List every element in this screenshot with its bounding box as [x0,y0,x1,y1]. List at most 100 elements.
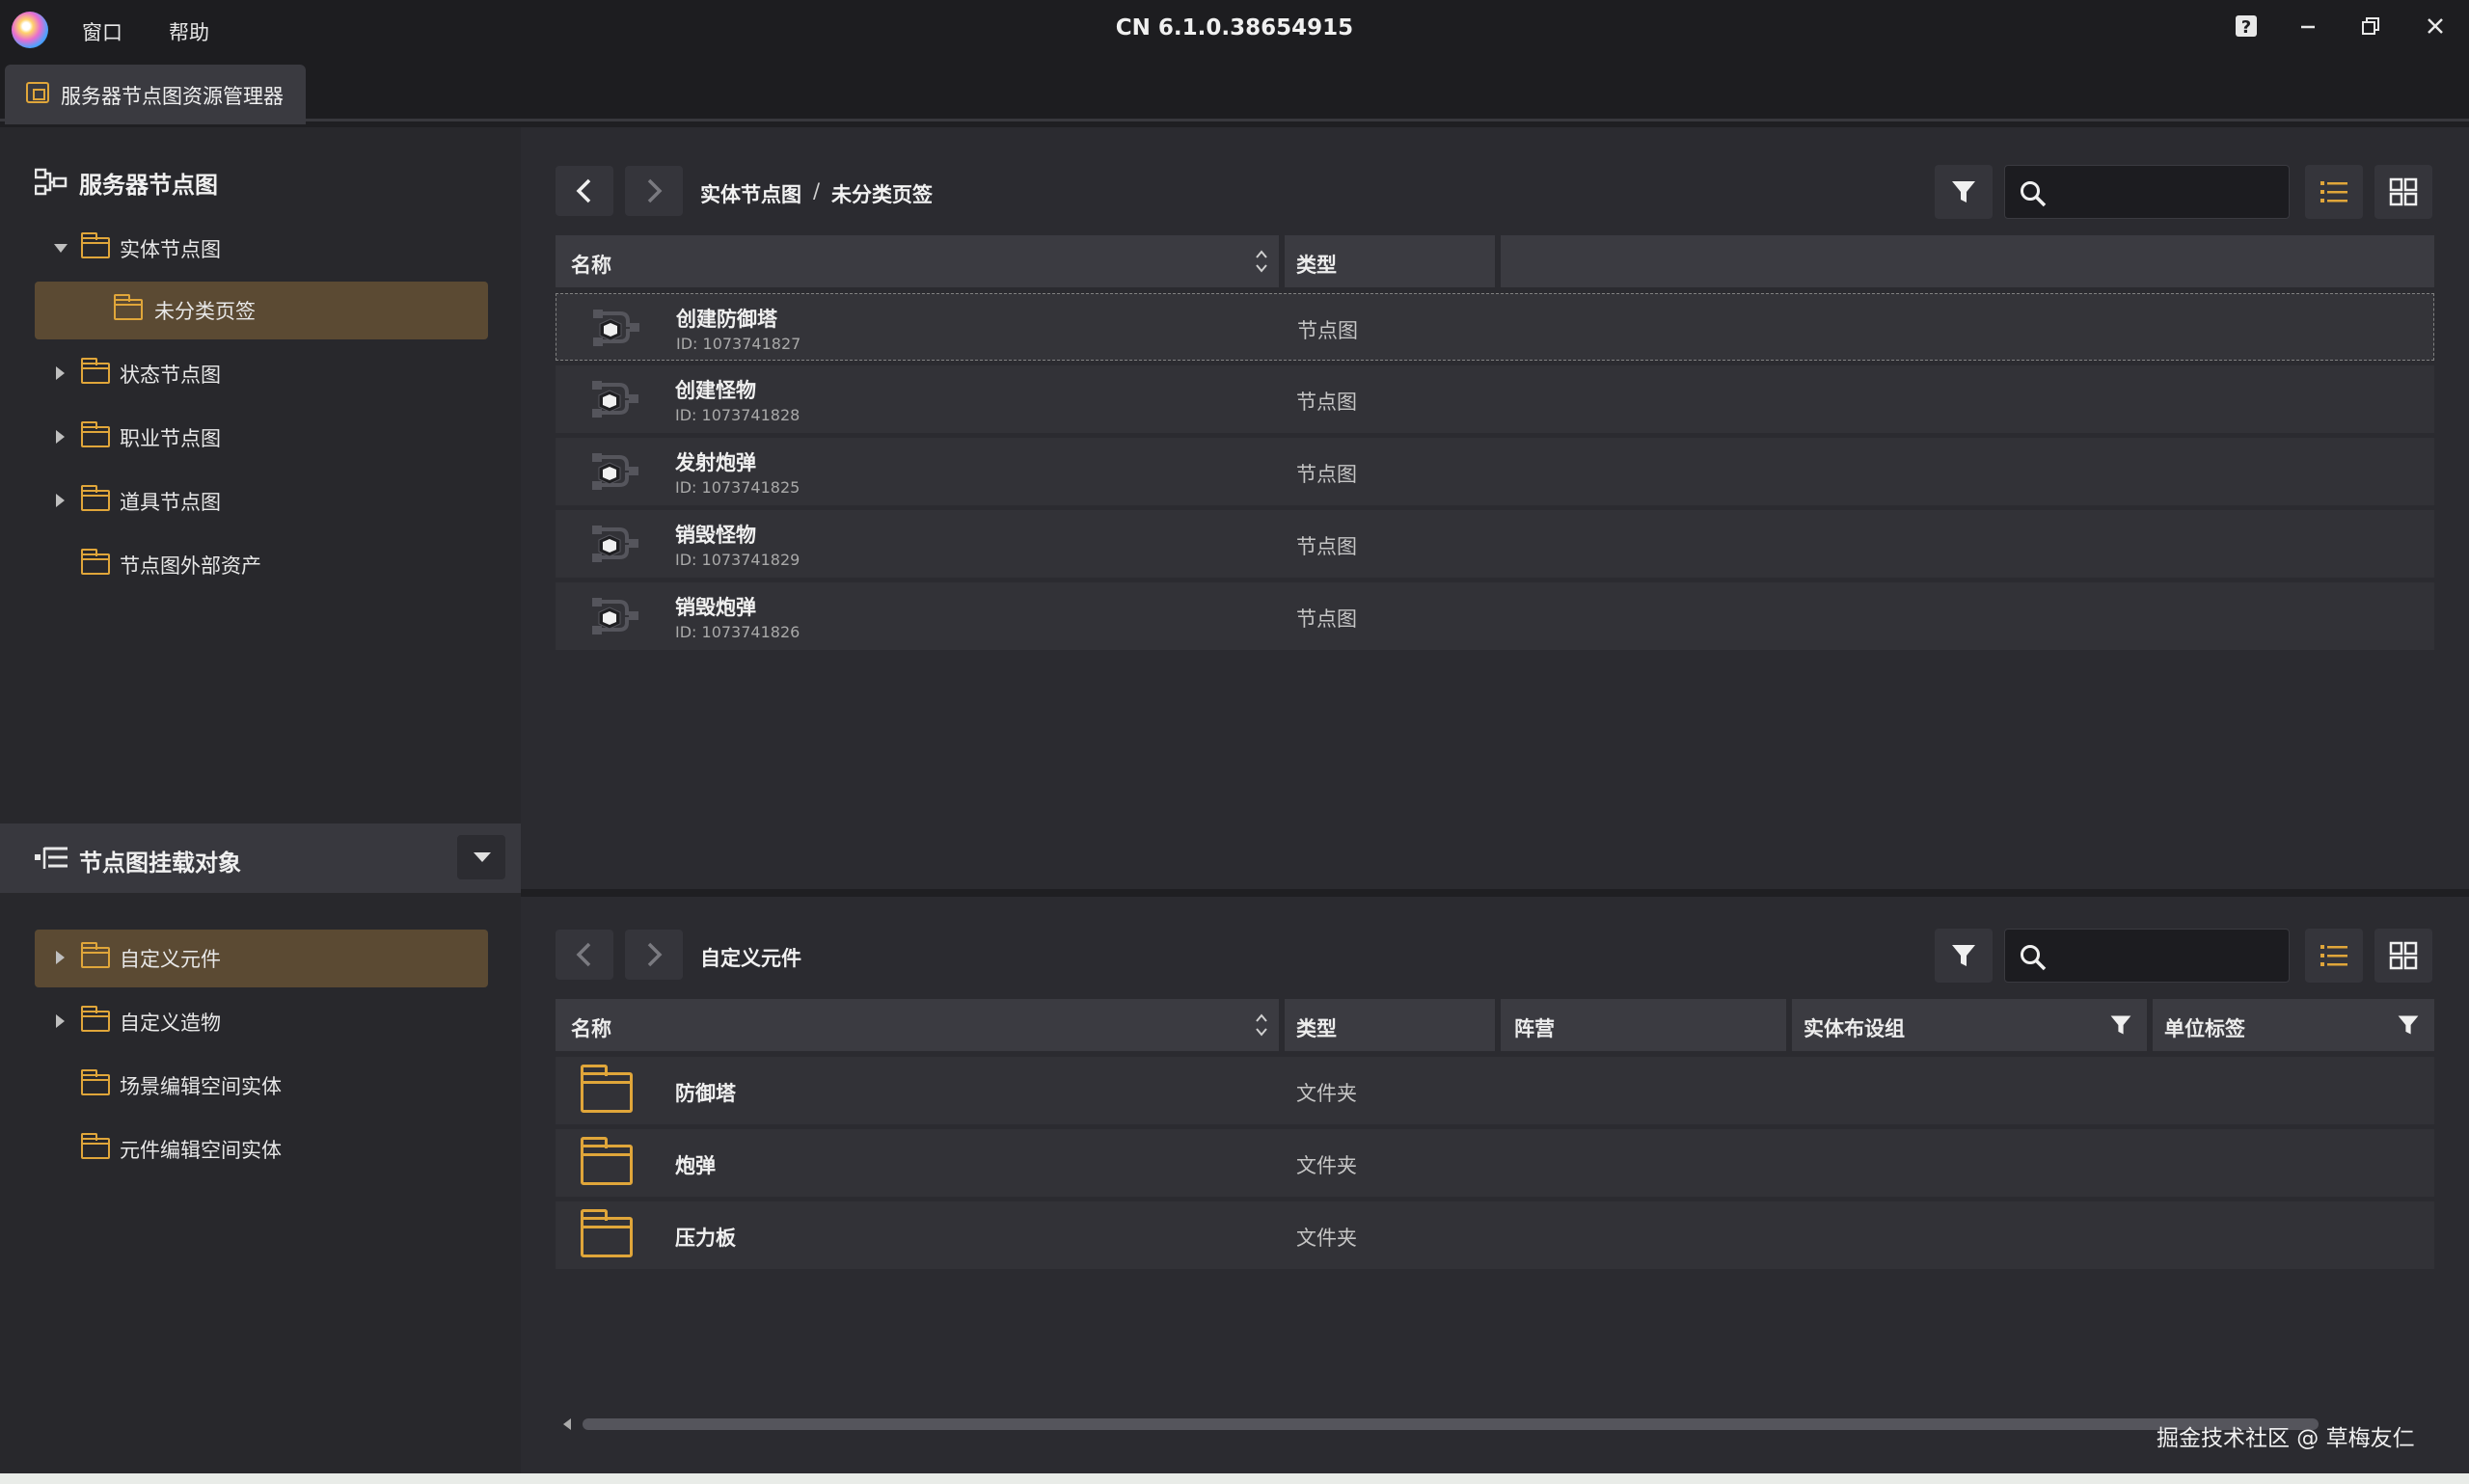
table-row[interactable]: 发射炮弹 ID: 1073741825 节点图 [556,438,2434,505]
column-header-name[interactable]: 名称 [556,999,1279,1051]
list-view-button[interactable] [2305,929,2363,983]
grid-view-icon [2389,177,2418,206]
grid-view-icon [2389,941,2418,970]
tree-item-external-assets[interactable]: 节点图外部资产 [35,536,488,594]
list-view-icon [2320,945,2347,966]
scroll-left-icon[interactable] [563,1418,571,1430]
chevron-left-icon [576,942,591,967]
column-header-faction[interactable]: 阵营 [1501,999,1786,1051]
search-icon [2021,945,2047,971]
scrollbar-thumb[interactable] [583,1418,2319,1430]
back-button[interactable] [556,930,613,980]
column-header-type[interactable]: 类型 [1285,235,1495,287]
restore-icon[interactable] [2354,13,2387,46]
tree-item-custom-element[interactable]: 自定义元件 [35,930,488,987]
window-title: CN 6.1.0.38654915 [1115,15,1354,40]
column-label: 名称 [571,1017,611,1040]
minimize-icon[interactable] [2292,13,2324,46]
tab-strip: 服务器节点图资源管理器 [0,60,2469,124]
sort-icon[interactable] [1256,1012,1267,1038]
breadcrumb-separator: / [813,179,821,202]
pane-splitter[interactable] [521,889,2469,897]
column-header-entity-group[interactable]: 实体布设组 [1792,999,2147,1051]
row-type: 节点图 [1297,319,1358,342]
tree-item-element-entity[interactable]: 元件编辑空间实体 [35,1120,488,1178]
filter-button[interactable] [1935,929,1993,983]
filter-button[interactable] [1935,165,1993,219]
folder-icon [81,1133,110,1159]
grid-view-button[interactable] [2374,929,2432,983]
tab-label: 服务器节点图资源管理器 [61,85,284,108]
table-row[interactable]: 销毁怪物 ID: 1073741829 节点图 [556,510,2434,578]
row-name: 销毁怪物 [675,524,756,547]
table-row[interactable]: 创建防御塔 ID: 1073741827 节点图 [556,293,2434,361]
column-header-name[interactable]: 名称 [556,235,1279,287]
tab-node-graph-manager[interactable]: 服务器节点图资源管理器 [5,65,306,124]
help-icon[interactable]: ? [2230,13,2263,46]
table-row[interactable]: 压力板 文件夹 [556,1201,2434,1269]
search-input[interactable] [2055,175,2277,208]
forward-button[interactable] [625,166,683,216]
tree-item-scene-entity[interactable]: 场景编辑空间实体 [35,1057,488,1115]
back-button[interactable] [556,166,613,216]
chevron-right-icon [647,942,663,967]
row-name: 发射炮弹 [675,451,756,474]
breadcrumb-custom-element[interactable]: 自定义元件 [700,943,801,972]
forward-button[interactable] [625,930,683,980]
column-label: 类型 [1296,254,1337,277]
column-label: 阵营 [1514,1017,1555,1040]
tree-item-uncategorized[interactable]: 未分类页签 [35,282,488,339]
table-row[interactable]: 炮弹 文件夹 [556,1129,2434,1197]
chevron-right-icon[interactable] [56,430,65,444]
list-view-icon [2320,181,2347,202]
tree-item-label: 道具节点图 [120,491,221,514]
grid-view-button[interactable] [2374,165,2432,219]
breadcrumb-entity-graph[interactable]: 实体节点图 [700,179,801,208]
search-box[interactable] [2004,165,2290,219]
column-header-type[interactable]: 类型 [1285,999,1495,1051]
tree-item-custom-creation[interactable]: 自定义造物 [35,993,488,1051]
node-graph-file-icon [593,310,639,346]
table-row[interactable]: 创建怪物 ID: 1073741828 节点图 [556,365,2434,433]
tree-item-state-graph[interactable]: 状态节点图 [35,345,488,403]
resource-manager-icon [26,82,49,103]
folder-icon [81,942,110,968]
column-filter-icon[interactable] [2396,1012,2421,1038]
row-name: 防御塔 [675,1082,736,1105]
row-name: 销毁炮弹 [675,596,756,619]
chevron-down-icon[interactable] [54,244,68,253]
node-graph-icon [35,168,68,196]
list-view-button[interactable] [2305,165,2363,219]
table-row[interactable]: 防御塔 文件夹 [556,1057,2434,1124]
breadcrumb-uncategorized[interactable]: 未分类页签 [831,179,933,208]
folder-icon [81,421,110,447]
horizontal-scrollbar[interactable] [559,1416,2430,1433]
chevron-right-icon[interactable] [56,494,65,507]
node-graph-file-icon [592,381,638,418]
chevron-right-icon[interactable] [56,366,65,380]
tree-item-label: 状态节点图 [120,364,221,387]
column-header-unit-tag[interactable]: 单位标签 [2153,999,2434,1051]
tree-item-item-graph[interactable]: 道具节点图 [35,472,488,530]
app-window: 窗口 帮助 CN 6.1.0.38654915 ? 服务器节点图资源管理器 服务… [0,0,2469,1484]
search-box[interactable] [2004,929,2290,983]
node-graph-file-icon [592,453,638,490]
table-row[interactable]: 销毁炮弹 ID: 1073741826 节点图 [556,582,2434,650]
tree-item-entity-graph[interactable]: 实体节点图 [35,220,488,278]
window-bottom-edge [0,1473,2469,1484]
filter-icon [1952,181,1975,202]
sort-icon[interactable] [1256,249,1267,274]
row-type: 节点图 [1296,391,1357,414]
close-icon[interactable] [2419,13,2452,46]
chevron-right-icon[interactable] [56,951,65,964]
chevron-right-icon[interactable] [56,1014,65,1028]
mount-objects-header[interactable]: 节点图挂载对象 [0,823,521,893]
chevron-right-icon [647,178,663,203]
tree-item-class-graph[interactable]: 职业节点图 [35,409,488,467]
column-label: 单位标签 [2164,1017,2245,1040]
mount-dropdown-button[interactable] [457,835,505,879]
row-type: 文件夹 [1296,1227,1357,1250]
column-filter-icon[interactable] [2108,1012,2133,1038]
row-name: 压力板 [675,1227,736,1250]
search-input[interactable] [2055,939,2277,972]
